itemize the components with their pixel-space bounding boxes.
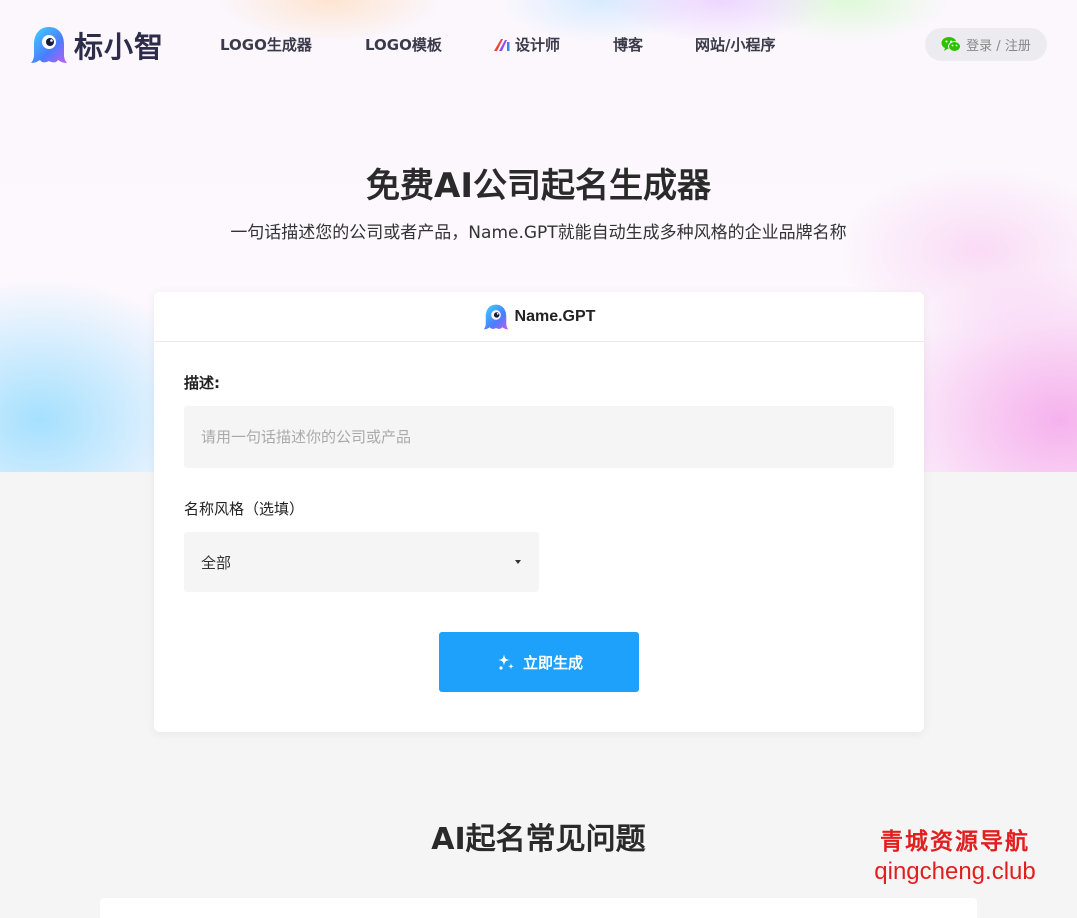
mascot-logo-icon (31, 27, 67, 63)
nav-item-website-miniapp[interactable]: 网站/小程序 (695, 34, 775, 55)
nav-item-label: 设计师 (515, 36, 561, 54)
name-style-select[interactable]: 全部 (184, 532, 539, 592)
mascot-logo-icon (483, 304, 508, 329)
nav-item-logo-templates[interactable]: LOGO模板 (365, 34, 442, 55)
watermark-url: qingcheng.club (874, 858, 1036, 885)
page-title: 免费AI公司起名生成器 (366, 166, 711, 206)
watermark: 青城资源导航 qingcheng.club (850, 822, 1060, 886)
name-style-selected: 全部 (201, 553, 232, 572)
card-title: Name.GPT (514, 307, 596, 325)
wechat-icon (941, 37, 962, 52)
header: 标小智 LOGO生成器 LOGO模板 设计师 博客 网站/小程序 登录 / 注册 (0, 0, 1077, 90)
card-header: Name.GPT (154, 292, 924, 342)
login-register-label: 登录 / 注册 (966, 39, 1031, 54)
page-subtitle: 一句话描述您的公司或者产品，Name.GPT就能自动生成多种风格的企业品牌名称 (230, 223, 847, 243)
name-style-label: 名称风格（选填） (184, 500, 305, 518)
nav-item-label: LOGO生成器 (220, 36, 312, 54)
faq-panel (100, 898, 977, 918)
description-input[interactable] (184, 406, 894, 468)
login-register-button[interactable]: 登录 / 注册 (925, 28, 1047, 61)
generate-label: 立即生成 (522, 653, 583, 672)
caret-down-icon (515, 560, 521, 564)
description-label: 描述: (184, 374, 220, 392)
watermark-title: 青城资源导航 (880, 829, 1030, 855)
ai-mark-icon (494, 38, 510, 51)
nav-item-blog[interactable]: 博客 (613, 34, 643, 55)
nav-item-designer[interactable]: 设计师 (493, 34, 560, 55)
brand-logo[interactable]: 标小智 (30, 24, 164, 66)
brand-name: 标小智 (74, 32, 165, 64)
sparkle-icon (497, 654, 515, 670)
nav-item-label: 网站/小程序 (695, 36, 776, 54)
nav-item-label: 博客 (613, 36, 644, 54)
generate-button[interactable]: 立即生成 (439, 632, 639, 692)
nav-item-logo-generator[interactable]: LOGO生成器 (220, 34, 312, 55)
name-generator-card: Name.GPT 描述: 名称风格（选填） 全部 立即生成 (154, 292, 924, 732)
nav-item-label: LOGO模板 (365, 36, 442, 54)
